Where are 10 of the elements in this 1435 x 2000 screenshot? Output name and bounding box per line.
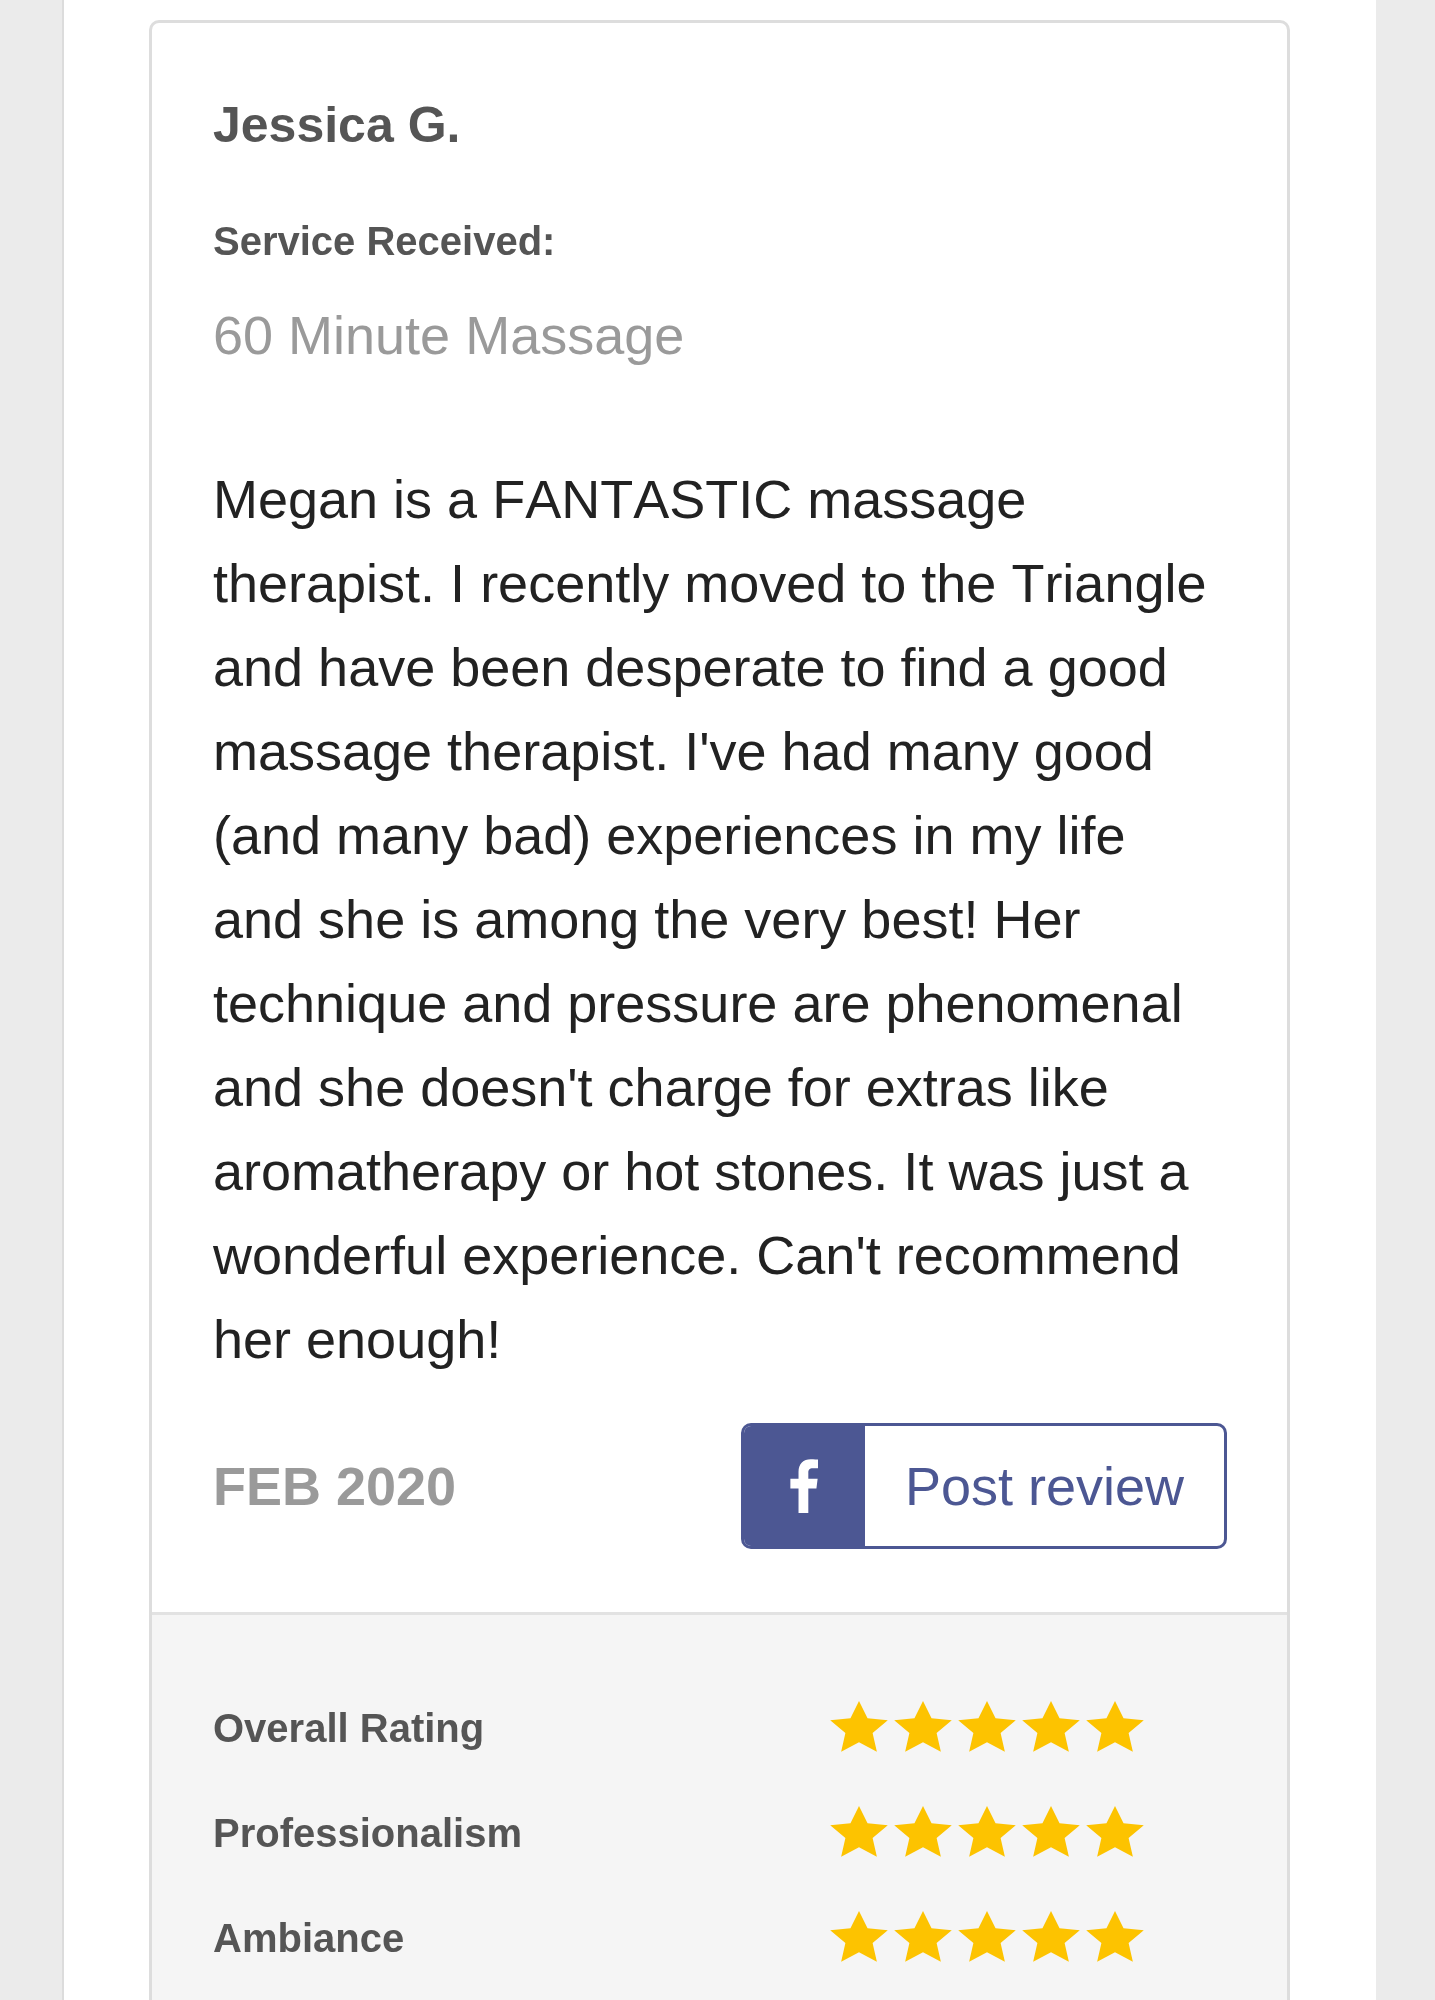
- facebook-icon: [743, 1426, 865, 1546]
- review-date: FEB 2020: [213, 1456, 457, 1516]
- review-text: Megan is a FANTASTIC massage therapist. I recently moved to the Triangle and have been desperate to find a good massage therapist. I've had many good (and many bad) experiences in my life and she is among the very best! Her technique and pressure are phenomenal and she doesn't charge for extras like aromatherapy or hot stones. It was just a wonderful experience. Can't recommend her enough!: [213, 468, 1208, 1371]
- rating-label: Professionalism: [213, 1809, 522, 1856]
- reviewer-name: Jessica G.: [213, 98, 461, 152]
- post-review-button[interactable]: Post review: [740, 1423, 1227, 1549]
- rating-label: Overall Rating: [213, 1704, 485, 1751]
- service-label: Service Received:: [213, 220, 556, 262]
- rating-label: Ambiance: [213, 1914, 405, 1961]
- service-name: 60 Minute Massage: [213, 306, 685, 364]
